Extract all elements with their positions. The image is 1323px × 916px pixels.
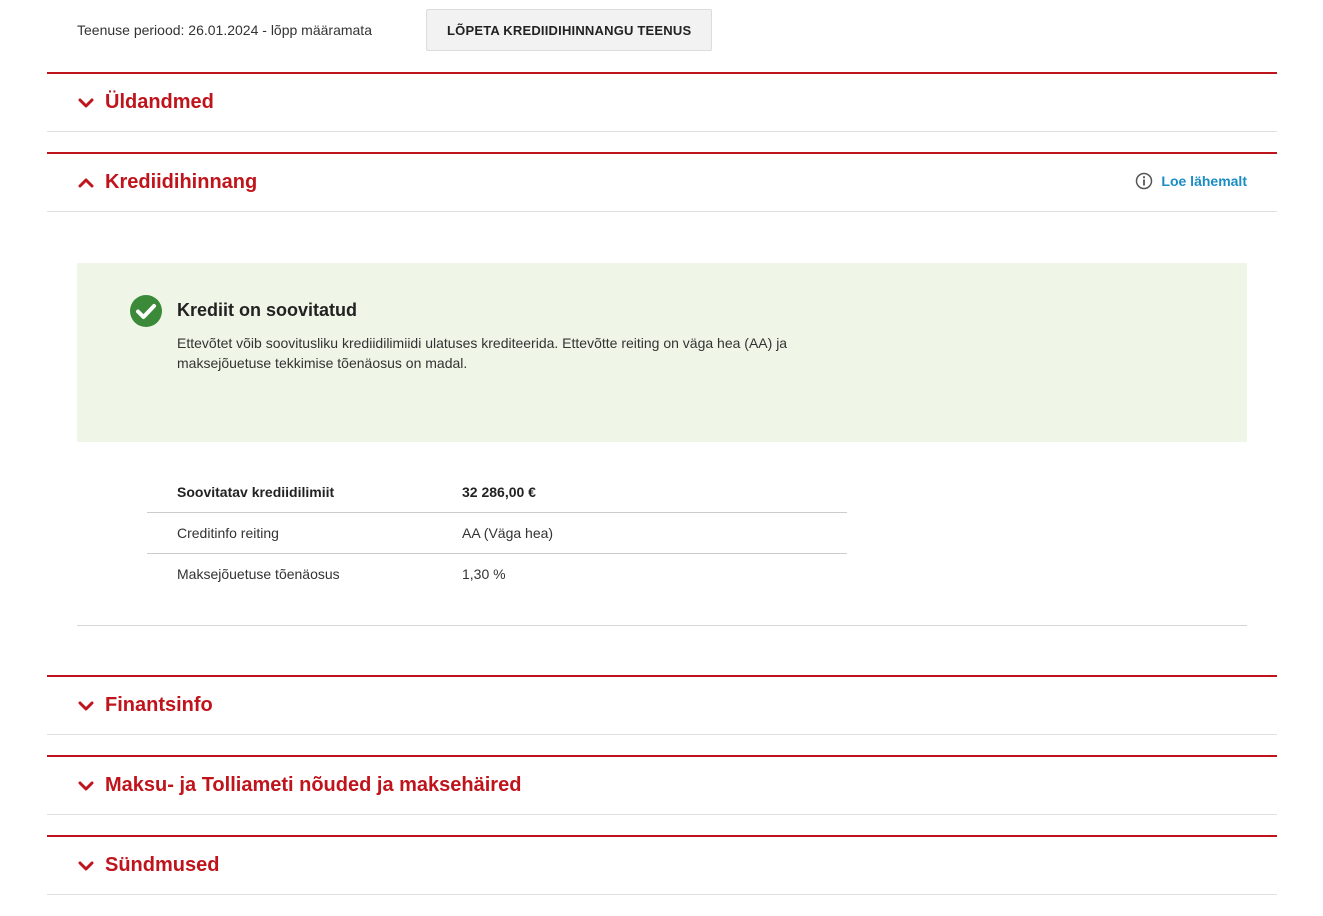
service-period: Teenuse periood: 26.01.2024 - lõpp määra…: [77, 22, 372, 38]
section-title-credit-assessment: Krediidihinnang: [105, 171, 258, 193]
chevron-down-icon: [77, 777, 95, 795]
rating-label: Creditinfo reiting: [147, 512, 462, 554]
section-events[interactable]: Sündmused: [47, 835, 1277, 895]
section-title-financial-info: Finantsinfo: [105, 694, 213, 716]
section-general[interactable]: Üldandmed: [47, 72, 1277, 132]
section-financial-info[interactable]: Finantsinfo: [47, 675, 1277, 735]
page: Teenuse periood: 26.01.2024 - lõpp määra…: [0, 0, 1323, 916]
chevron-down-icon: [77, 94, 95, 112]
info-icon: [1136, 172, 1153, 190]
insolvency-probability-value: 1,30 %: [462, 553, 847, 594]
credit-limit-label: Soovitatav krediidilimiit: [177, 484, 335, 500]
rating-value: AA (Väga hea): [462, 512, 847, 554]
chevron-down-icon: [77, 857, 95, 875]
table-row: Soovitatav krediidilimiit 32 286,00 €: [147, 472, 847, 513]
recommendation-text: Ettevõtet võib soovitusliku krediidilimi…: [177, 335, 788, 371]
section-tax-claims[interactable]: Maksu- ja Tolliameti nõuded ja maksehäir…: [47, 755, 1277, 815]
table-row: Maksejõuetuse tõenäosus 1,30 %: [147, 553, 847, 594]
credit-details-table: Soovitatav krediidilimiit 32 286,00 € Cr…: [147, 472, 847, 594]
recommendation-panel: Krediit on soovitatud Ettevõtet võib soo…: [77, 263, 1247, 442]
chevron-down-icon: [77, 697, 95, 715]
section-title-general: Üldandmed: [105, 91, 214, 113]
section-credit-assessment[interactable]: Krediidihinnang Loe lähemalt: [47, 152, 1277, 212]
service-bar: Teenuse periood: 26.01.2024 - lõpp määra…: [77, 9, 713, 51]
check-circle-icon: [130, 295, 162, 327]
insolvency-probability-label: Maksejõuetuse tõenäosus: [147, 553, 462, 594]
read-more-label: Loe lähemalt: [1161, 173, 1247, 189]
section-title-events: Sündmused: [105, 854, 220, 876]
divider: [77, 625, 1247, 626]
section-title-tax-claims: Maksu- ja Tolliameti nõuded ja maksehäir…: [105, 774, 522, 796]
table-row: Creditinfo reiting AA (Väga hea): [147, 512, 847, 554]
credit-limit-value: 32 286,00 €: [462, 484, 536, 500]
chevron-up-icon: [77, 174, 95, 192]
read-more-link[interactable]: Loe lähemalt: [1135, 172, 1247, 190]
recommendation-title: Krediit on soovitatud: [177, 300, 357, 320]
end-credit-service-button[interactable]: LÕPETA KREDIIDIHINNANGU TEENUS: [426, 9, 713, 51]
